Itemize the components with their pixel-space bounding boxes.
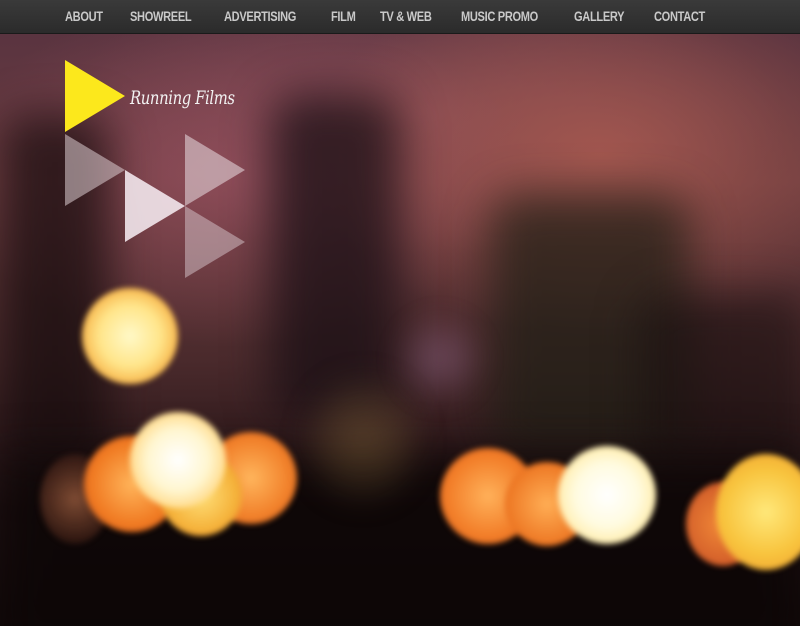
nav-item-gallery[interactable]: GALLERY: [574, 9, 625, 24]
nav-item-advertising[interactable]: ADVERTISING: [224, 9, 296, 24]
nav-item-film[interactable]: FILM: [331, 9, 356, 24]
logo-triangle: [185, 206, 245, 278]
bokeh-light: [82, 288, 178, 384]
brand-name: Running Films: [130, 87, 235, 109]
bokeh-light: [308, 379, 418, 499]
brand-logo[interactable]: Running Films: [65, 60, 265, 285]
nav-item-about[interactable]: ABOUT: [65, 9, 103, 24]
background-building: [640, 294, 800, 474]
bokeh-light: [130, 412, 226, 508]
logo-triangle: [125, 170, 185, 242]
logo-triangle: [185, 134, 245, 206]
bokeh-light: [558, 446, 656, 544]
bokeh-light: [395, 314, 485, 404]
nav-item-showreel[interactable]: SHOWREEL: [130, 9, 192, 24]
background-building: [270, 94, 400, 424]
top-navigation: ABOUT SHOWREEL ADVERTISING FILM TV & WEB…: [0, 0, 800, 34]
nav-item-tv-web[interactable]: TV & WEB: [380, 9, 432, 24]
nav-item-contact[interactable]: CONTACT: [654, 9, 705, 24]
logo-triangle: [65, 134, 125, 206]
logo-yellow-triangle: [65, 60, 125, 132]
nav-item-music-promo[interactable]: MUSIC PROMO: [461, 9, 538, 24]
